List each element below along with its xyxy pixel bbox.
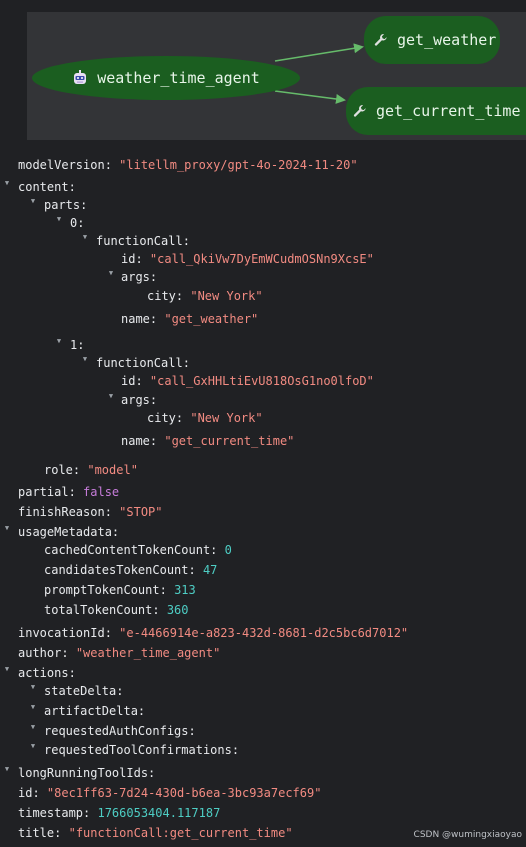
- collapse-arrow-icon[interactable]: ▼: [28, 723, 38, 731]
- finish-reason-row: finishReason: "STOP": [18, 505, 163, 519]
- timestamp-row: timestamp: 1766053404.117187: [18, 806, 221, 820]
- title-row: title: "functionCall:get_current_time": [18, 826, 293, 840]
- tool-node-get-weather[interactable]: get_weather: [364, 16, 500, 64]
- collapse-arrow-icon[interactable]: ▼: [54, 337, 64, 345]
- actions-node[interactable]: actions:: [18, 664, 76, 682]
- content-node[interactable]: content:: [18, 178, 76, 196]
- collapse-arrow-icon[interactable]: ▼: [106, 269, 116, 277]
- collapse-arrow-icon[interactable]: ▼: [2, 765, 12, 773]
- part-index-0[interactable]: 0:: [70, 214, 84, 232]
- robot-icon: [72, 70, 88, 86]
- cached-token-count-row: cachedContentTokenCount: 0: [44, 543, 232, 557]
- collapse-arrow-icon[interactable]: ▼: [54, 215, 64, 223]
- collapse-arrow-icon[interactable]: ▼: [28, 742, 38, 750]
- function-name-row: name: "get_weather": [121, 312, 259, 326]
- requested-tool-confirmations-node[interactable]: requestedToolConfirmations:: [44, 741, 239, 759]
- collapse-arrow-icon[interactable]: ▼: [80, 355, 90, 363]
- partial-row: partial: false: [18, 485, 120, 499]
- total-token-count-row: totalTokenCount: 360: [44, 603, 189, 617]
- agent-node[interactable]: weather_time_agent: [32, 56, 300, 100]
- collapse-arrow-icon[interactable]: ▼: [2, 179, 12, 187]
- collapse-arrow-icon[interactable]: ▼: [28, 703, 38, 711]
- edge-to-get-current-time: [274, 90, 346, 104]
- watermark: CSDN @wumingxiaoyao: [413, 830, 522, 840]
- collapse-arrow-icon[interactable]: ▼: [80, 233, 90, 241]
- tool-node-get-current-time[interactable]: get_current_time: [346, 87, 526, 135]
- usage-metadata-node[interactable]: usageMetadata:: [18, 523, 119, 541]
- agent-graph-panel: weather_time_agent get_weather get_curre…: [27, 12, 526, 140]
- function-call-node[interactable]: functionCall:: [96, 232, 190, 250]
- edge-to-get-weather: [274, 43, 364, 62]
- agent-node-label: weather_time_agent: [97, 69, 260, 87]
- collapse-arrow-icon[interactable]: ▼: [2, 665, 12, 673]
- collapse-arrow-icon[interactable]: ▼: [28, 197, 38, 205]
- args-node[interactable]: args:: [121, 268, 157, 286]
- args-city-row: city: "New York": [147, 411, 263, 425]
- collapse-arrow-icon[interactable]: ▼: [28, 683, 38, 691]
- parts-node[interactable]: parts:: [44, 196, 87, 214]
- collapse-arrow-icon[interactable]: ▼: [106, 392, 116, 400]
- artifact-delta-node[interactable]: artifactDelta:: [44, 702, 145, 720]
- args-city-row: city: "New York": [147, 289, 263, 303]
- args-node[interactable]: args:: [121, 391, 157, 409]
- wrench-icon: [353, 104, 367, 118]
- collapse-arrow-icon[interactable]: ▼: [2, 524, 12, 532]
- part-index-1[interactable]: 1:: [70, 336, 84, 354]
- candidates-token-count-row: candidatesTokenCount: 47: [44, 563, 218, 577]
- long-running-tool-ids-node[interactable]: longRunningToolIds:: [18, 764, 155, 782]
- role-row: role: "model": [44, 463, 138, 477]
- model-version-row: modelVersion: "litellm_proxy/gpt-4o-2024…: [18, 158, 358, 172]
- prompt-token-count-row: promptTokenCount: 313: [44, 583, 196, 597]
- function-call-id-row: id: "call_GxHHLtiEvU818OsG1no0lfoD": [121, 374, 374, 388]
- function-call-node[interactable]: functionCall:: [96, 354, 190, 372]
- function-name-row: name: "get_current_time": [121, 434, 295, 448]
- tool-node-label: get_current_time: [376, 102, 521, 120]
- event-id-row: id: "8ec1ff63-7d24-430d-b6ea-3bc93a7ecf6…: [18, 786, 322, 800]
- wrench-icon: [374, 33, 388, 47]
- state-delta-node[interactable]: stateDelta:: [44, 682, 123, 700]
- tool-node-label: get_weather: [397, 31, 497, 49]
- author-row: author: "weather_time_agent": [18, 646, 221, 660]
- function-call-id-row: id: "call_QkiVw7DyEmWCudmOSNn9XcsE": [121, 252, 374, 266]
- invocation-id-row: invocationId: "e-4466914e-a823-432d-8681…: [18, 626, 409, 640]
- requested-auth-configs-node[interactable]: requestedAuthConfigs:: [44, 722, 196, 740]
